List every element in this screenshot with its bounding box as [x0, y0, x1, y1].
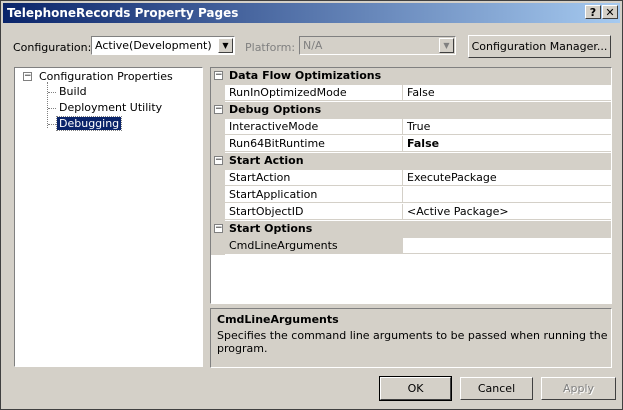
property-row[interactable]: StartObjectID <Active Package> — [211, 204, 611, 221]
close-icon[interactable]: ✕ — [602, 5, 618, 19]
property-value[interactable]: False — [403, 136, 611, 152]
row-gutter — [211, 204, 225, 221]
property-value[interactable]: True — [403, 119, 611, 135]
chevron-down-icon[interactable]: ▼ — [218, 38, 233, 53]
window-title: TelephoneRecords Property Pages — [7, 6, 239, 20]
category-data-flow-optimizations[interactable]: − Data Flow Optimizations — [211, 68, 611, 85]
tree-item-deployment-utility[interactable]: Deployment Utility — [57, 101, 164, 114]
category-start-action[interactable]: − Start Action — [211, 153, 611, 170]
ok-button[interactable]: OK — [379, 376, 452, 401]
property-row[interactable]: CmdLineArguments — [211, 238, 611, 255]
collapse-icon[interactable]: − — [214, 224, 223, 233]
property-value[interactable]: <Active Package> — [403, 204, 611, 220]
property-row[interactable]: StartApplication — [211, 187, 611, 204]
configuration-label: Configuration: — [13, 41, 92, 54]
description-text: Specifies the command line arguments to … — [217, 329, 608, 355]
tree-line — [48, 108, 56, 109]
category-title: Start Action — [229, 154, 304, 167]
row-gutter — [211, 119, 225, 136]
category-debug-options[interactable]: − Debug Options — [211, 102, 611, 119]
collapse-icon[interactable]: − — [214, 105, 223, 114]
tree-line — [47, 82, 48, 128]
description-panel: CmdLineArguments Specifies the command l… — [210, 308, 612, 368]
platform-select[interactable]: N/A ▼ — [299, 36, 456, 55]
apply-button[interactable]: Apply — [541, 377, 616, 400]
tree-item-build[interactable]: Build — [57, 85, 89, 98]
tree-line — [48, 124, 56, 125]
collapse-icon[interactable]: − — [214, 156, 223, 165]
category-title: Debug Options — [229, 103, 322, 116]
collapse-icon[interactable]: − — [23, 72, 32, 81]
configuration-manager-button[interactable]: Configuration Manager... — [468, 35, 611, 58]
platform-value: N/A — [303, 39, 323, 52]
property-row[interactable]: InteractiveMode True — [211, 119, 611, 136]
row-gutter — [211, 238, 225, 255]
description-title: CmdLineArguments — [217, 313, 339, 326]
row-gutter — [211, 187, 225, 204]
property-name: CmdLineArguments — [225, 238, 403, 254]
row-gutter — [211, 85, 225, 102]
property-value[interactable]: ExecutePackage — [403, 170, 611, 186]
platform-label: Platform: — [245, 41, 296, 54]
property-row[interactable]: Run64BitRuntime False — [211, 136, 611, 153]
property-name: InteractiveMode — [225, 119, 403, 135]
property-name: Run64BitRuntime — [225, 136, 403, 152]
cancel-button[interactable]: Cancel — [460, 377, 533, 400]
property-row[interactable]: RunInOptimizedMode False — [211, 85, 611, 102]
tree-line — [48, 92, 56, 93]
property-name: StartObjectID — [225, 204, 403, 220]
configuration-select[interactable]: Active(Development) ▼ — [91, 36, 235, 55]
row-gutter — [211, 170, 225, 187]
category-title: Data Flow Optimizations — [229, 69, 382, 82]
configuration-value: Active(Development) — [95, 39, 212, 52]
property-value-input[interactable] — [403, 238, 611, 254]
category-title: Start Options — [229, 222, 313, 235]
property-name: RunInOptimizedMode — [225, 85, 403, 101]
tree-root-configuration-properties[interactable]: Configuration Properties — [39, 70, 173, 83]
title-bar[interactable]: TelephoneRecords Property Pages ? ✕ — [3, 3, 620, 23]
property-name: StartApplication — [225, 187, 403, 203]
property-grid: − Data Flow Optimizations RunInOptimized… — [210, 67, 612, 304]
property-value[interactable] — [403, 187, 611, 203]
collapse-icon[interactable]: − — [214, 71, 223, 80]
category-start-options[interactable]: − Start Options — [211, 221, 611, 238]
property-value[interactable]: False — [403, 85, 611, 101]
property-name: StartAction — [225, 170, 403, 186]
category-tree: − Configuration Properties Build Deploym… — [14, 67, 203, 367]
property-row[interactable]: StartAction ExecutePackage — [211, 170, 611, 187]
tree-item-debugging[interactable]: Debugging — [55, 116, 123, 131]
help-icon[interactable]: ? — [585, 5, 601, 19]
row-gutter — [211, 136, 225, 153]
chevron-down-icon[interactable]: ▼ — [439, 38, 454, 53]
property-pages-dialog: TelephoneRecords Property Pages ? ✕ Conf… — [0, 0, 623, 410]
